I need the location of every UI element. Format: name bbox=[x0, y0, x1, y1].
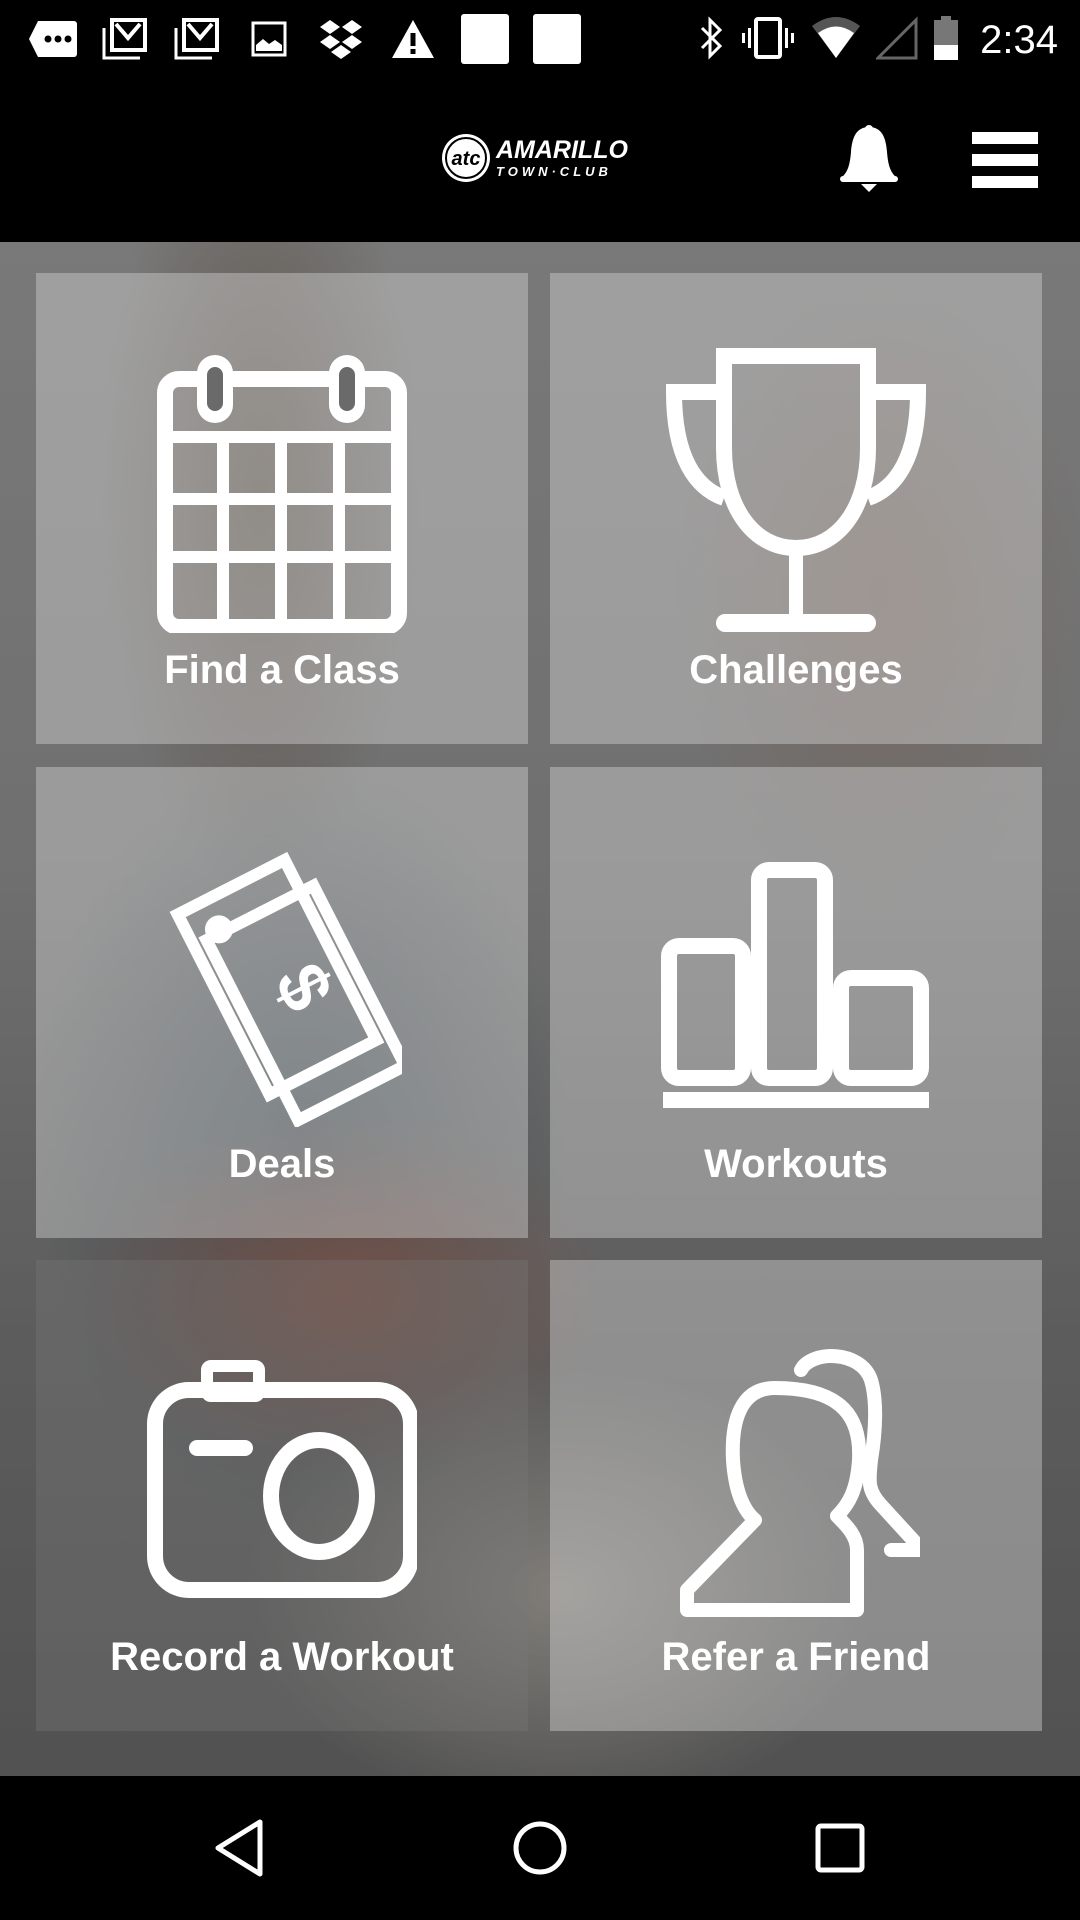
trophy-icon bbox=[550, 333, 1042, 653]
back-icon bbox=[215, 1819, 263, 1877]
tile-workouts[interactable]: Workouts bbox=[550, 767, 1042, 1238]
tile-refer-a-friend[interactable]: Refer a Friend bbox=[550, 1260, 1042, 1731]
dashboard-grid: Find a Class Challenges $ Deals Workouts… bbox=[0, 242, 1080, 1776]
clock: 2:34 bbox=[980, 17, 1058, 62]
status-bar: 2:34 bbox=[0, 0, 1080, 80]
dropbox-icon bbox=[316, 16, 366, 62]
price-tag-icon: $ bbox=[36, 827, 528, 1147]
tile-deals[interactable]: $ Deals bbox=[36, 767, 528, 1238]
home-icon bbox=[513, 1821, 567, 1875]
cell-signal-icon bbox=[874, 15, 918, 65]
logo-badge-text: atc bbox=[452, 148, 481, 170]
wifi-icon bbox=[810, 16, 862, 65]
tile-find-a-class[interactable]: Find a Class bbox=[36, 273, 528, 744]
recents-button[interactable] bbox=[800, 1808, 880, 1888]
tile-label: Find a Class bbox=[164, 648, 400, 692]
hamburger-menu-icon[interactable] bbox=[970, 132, 1040, 188]
gmail-icon bbox=[100, 16, 150, 62]
svg-text:$: $ bbox=[259, 951, 348, 1023]
blank-notification-icon bbox=[460, 14, 510, 64]
camera-icon bbox=[36, 1320, 528, 1640]
gmail-icon bbox=[172, 16, 222, 62]
calendar-icon bbox=[36, 333, 528, 653]
users-icon bbox=[550, 1320, 1042, 1640]
more-messages-icon bbox=[28, 16, 78, 62]
vibrate-icon bbox=[740, 16, 796, 65]
tile-label: Workouts bbox=[704, 1142, 888, 1186]
battery-icon bbox=[932, 15, 960, 66]
tile-label: Deals bbox=[228, 1142, 336, 1186]
system-nav-bar bbox=[0, 1776, 1080, 1920]
back-button[interactable] bbox=[200, 1808, 280, 1888]
bluetooth-icon bbox=[696, 15, 726, 65]
blank-notification-icon bbox=[532, 14, 582, 64]
tile-label: Refer a Friend bbox=[661, 1635, 931, 1679]
bar-chart-icon bbox=[550, 827, 1042, 1147]
notifications-bell-icon[interactable] bbox=[838, 124, 900, 194]
tile-challenges[interactable]: Challenges bbox=[550, 273, 1042, 744]
club-logo[interactable]: atc AMARILLO TOWN·CLUB bbox=[440, 128, 640, 188]
tile-label: Record a Workout bbox=[110, 1635, 454, 1679]
home-button[interactable] bbox=[500, 1808, 580, 1888]
tile-label: Challenges bbox=[689, 648, 903, 692]
logo-main-text: AMARILLO bbox=[495, 136, 628, 164]
logo-sub-text: TOWN·CLUB bbox=[496, 164, 612, 179]
recents-icon bbox=[815, 1823, 865, 1873]
system-icons: 2:34 bbox=[696, 10, 1058, 70]
tile-record-a-workout[interactable]: Record a Workout bbox=[36, 1260, 528, 1731]
warning-icon bbox=[388, 16, 438, 62]
notification-icons bbox=[28, 14, 582, 64]
image-icon bbox=[244, 16, 294, 62]
